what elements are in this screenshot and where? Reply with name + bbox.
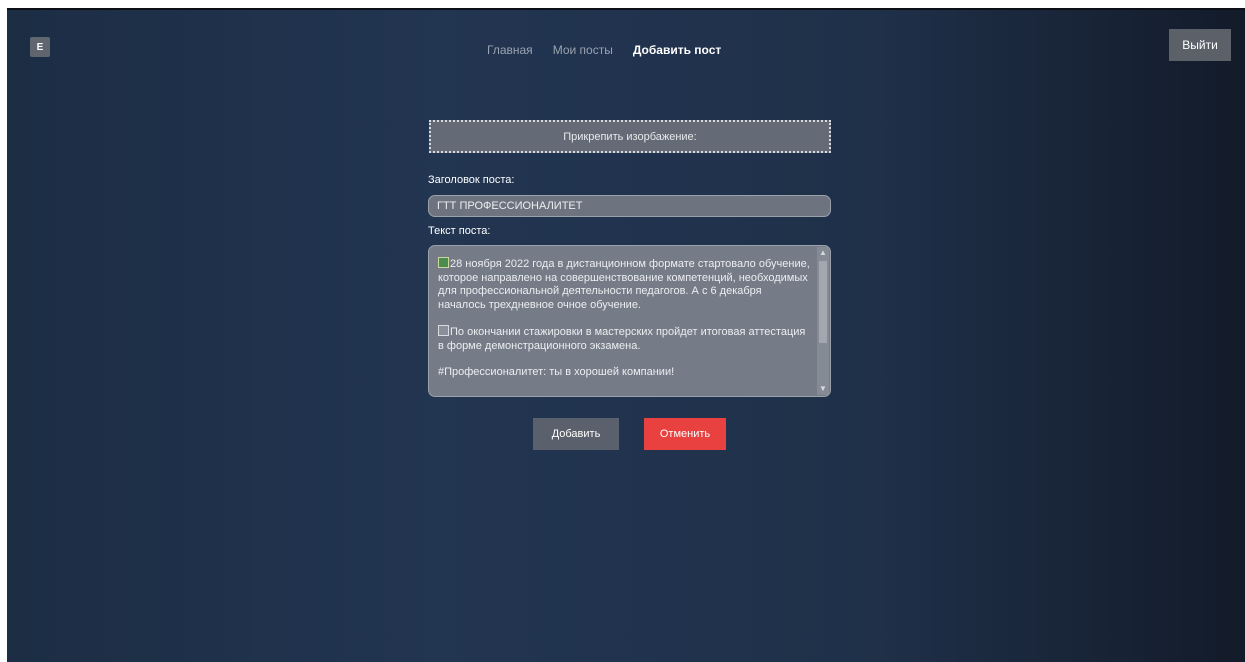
logout-button[interactable]: Выйти — [1169, 29, 1231, 61]
attach-image-dropzone[interactable]: Прикрепить изорбажение: — [429, 120, 831, 153]
app-window: E Главная Мои посты Добавить пост Выйти … — [7, 8, 1245, 662]
logo-letter: E — [36, 41, 44, 53]
notebook-emoji-icon — [438, 325, 449, 336]
text-label: Текст поста: — [428, 225, 491, 237]
main-nav: Главная Мои посты Добавить пост — [487, 43, 741, 57]
scrollbar-thumb[interactable] — [819, 261, 827, 343]
nav-my-posts[interactable]: Мои посты — [553, 43, 613, 57]
text-paragraph: По окончании стажировки в мастерских про… — [438, 325, 806, 352]
nav-add-post[interactable]: Добавить пост — [633, 43, 721, 57]
logo[interactable]: E — [30, 37, 50, 57]
scroll-up-arrow-icon[interactable]: ▲ — [817, 247, 829, 259]
textarea-scrollbar[interactable]: ▲ ▼ — [817, 247, 829, 395]
attach-image-label: Прикрепить изорбажение: — [563, 130, 697, 143]
post-text-content: 28 ноября 2022 года в дистанционном форм… — [438, 257, 810, 393]
post-title-input[interactable] — [428, 195, 831, 217]
text-paragraph: 28 ноября 2022 года в дистанционном форм… — [438, 257, 810, 311]
cancel-button[interactable]: Отменить — [644, 418, 726, 450]
nav-home[interactable]: Главная — [487, 43, 533, 57]
scroll-down-arrow-icon[interactable]: ▼ — [817, 383, 829, 395]
calendar-emoji-icon — [438, 257, 449, 268]
post-text-textarea[interactable]: 28 ноября 2022 года в дистанционном форм… — [428, 245, 831, 397]
title-label: Заголовок поста: — [428, 174, 515, 186]
text-paragraph: #Профессионалитет: ты в хорошей компании… — [438, 366, 675, 378]
add-button[interactable]: Добавить — [533, 418, 619, 450]
